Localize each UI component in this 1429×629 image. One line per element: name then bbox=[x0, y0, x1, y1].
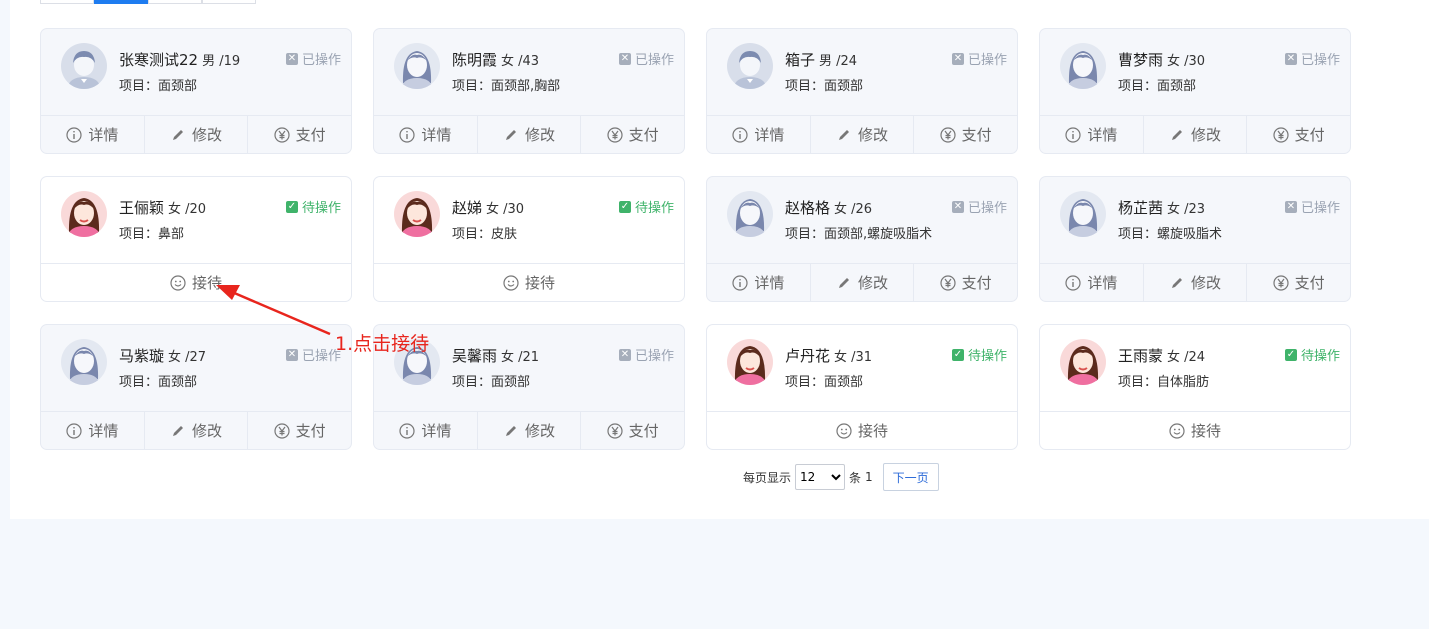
annotation-arrow bbox=[216, 285, 331, 336]
annotation-text: 1.点击接待 bbox=[335, 333, 430, 355]
